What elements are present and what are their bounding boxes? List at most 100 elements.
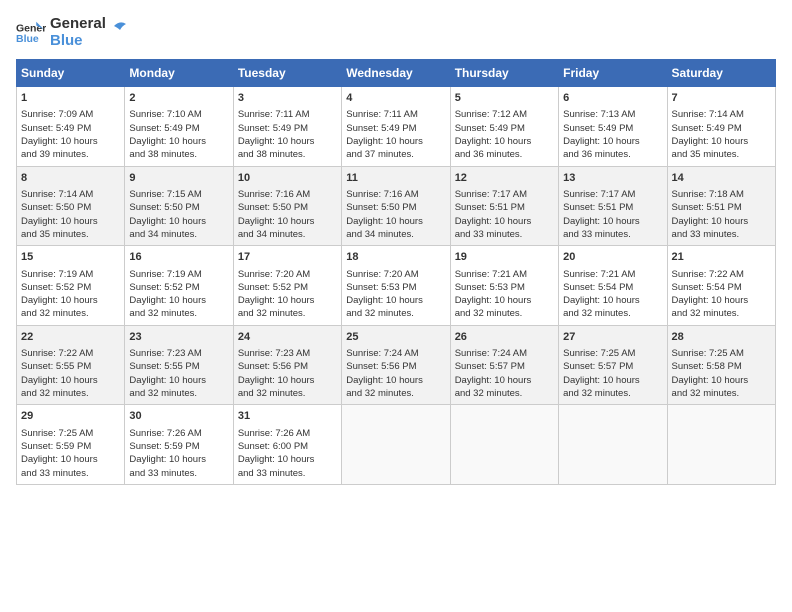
sunset-label: Sunset: 5:52 PM [129, 282, 199, 293]
sunrise-label: Sunrise: 7:22 AM [672, 269, 744, 280]
daylight-minutes: and 32 minutes. [563, 388, 631, 399]
calendar-cell: 30Sunrise: 7:26 AMSunset: 5:59 PMDayligh… [125, 405, 233, 485]
calendar-cell [559, 405, 667, 485]
daylight-label: Daylight: 10 hours [455, 136, 532, 147]
sunset-label: Sunset: 5:49 PM [346, 123, 416, 134]
daylight-label: Daylight: 10 hours [238, 454, 315, 465]
daylight-label: Daylight: 10 hours [238, 295, 315, 306]
day-number: 17 [238, 250, 337, 265]
sunset-label: Sunset: 5:53 PM [346, 282, 416, 293]
daylight-minutes: and 33 minutes. [21, 468, 89, 479]
sunrise-label: Sunrise: 7:11 AM [346, 109, 418, 120]
sunset-label: Sunset: 5:51 PM [455, 202, 525, 213]
logo-bird-icon [106, 18, 128, 40]
sunrise-label: Sunrise: 7:09 AM [21, 109, 93, 120]
calendar-cell: 12Sunrise: 7:17 AMSunset: 5:51 PMDayligh… [450, 166, 558, 246]
day-number: 23 [129, 330, 228, 345]
sunrise-label: Sunrise: 7:20 AM [346, 269, 418, 280]
sunset-label: Sunset: 5:52 PM [21, 282, 91, 293]
weekday-header-saturday: Saturday [667, 60, 775, 87]
daylight-minutes: and 32 minutes. [455, 308, 523, 319]
calendar-cell: 27Sunrise: 7:25 AMSunset: 5:57 PMDayligh… [559, 325, 667, 405]
day-number: 5 [455, 91, 554, 106]
daylight-minutes: and 32 minutes. [563, 308, 631, 319]
daylight-minutes: and 33 minutes. [672, 229, 740, 240]
daylight-label: Daylight: 10 hours [455, 216, 532, 227]
sunrise-label: Sunrise: 7:13 AM [563, 109, 635, 120]
daylight-minutes: and 37 minutes. [346, 149, 414, 160]
daylight-minutes: and 32 minutes. [672, 308, 740, 319]
daylight-label: Daylight: 10 hours [129, 136, 206, 147]
calendar-cell: 6Sunrise: 7:13 AMSunset: 5:49 PMDaylight… [559, 87, 667, 167]
calendar-cell [450, 405, 558, 485]
sunset-label: Sunset: 5:57 PM [455, 361, 525, 372]
sunset-label: Sunset: 5:51 PM [563, 202, 633, 213]
day-number: 14 [672, 171, 771, 186]
calendar-cell: 18Sunrise: 7:20 AMSunset: 5:53 PMDayligh… [342, 246, 450, 326]
sunrise-label: Sunrise: 7:25 AM [563, 348, 635, 359]
daylight-minutes: and 34 minutes. [346, 229, 414, 240]
sunrise-label: Sunrise: 7:17 AM [563, 189, 635, 200]
day-number: 6 [563, 91, 662, 106]
sunset-label: Sunset: 6:00 PM [238, 441, 308, 452]
sunrise-label: Sunrise: 7:14 AM [672, 109, 744, 120]
sunset-label: Sunset: 5:57 PM [563, 361, 633, 372]
calendar-cell: 23Sunrise: 7:23 AMSunset: 5:55 PMDayligh… [125, 325, 233, 405]
calendar-cell: 4Sunrise: 7:11 AMSunset: 5:49 PMDaylight… [342, 87, 450, 167]
day-number: 21 [672, 250, 771, 265]
calendar-cell: 13Sunrise: 7:17 AMSunset: 5:51 PMDayligh… [559, 166, 667, 246]
daylight-minutes: and 35 minutes. [21, 229, 89, 240]
daylight-label: Daylight: 10 hours [129, 375, 206, 386]
daylight-minutes: and 32 minutes. [21, 308, 89, 319]
sunset-label: Sunset: 5:49 PM [21, 123, 91, 134]
calendar-cell: 5 Sunrise: 7:12 AM Sunset: 5:49 PM Daylight… [450, 87, 558, 167]
day-number: 20 [563, 250, 662, 265]
sunrise-label: Sunrise: 7:25 AM [21, 428, 93, 439]
sunset-label: Sunset: 5:58 PM [672, 361, 742, 372]
day-number: 19 [455, 250, 554, 265]
svg-text:Blue: Blue [16, 33, 39, 45]
sunrise-label: Sunrise: 7:15 AM [129, 189, 201, 200]
sunrise-label: Sunrise: 7:18 AM [672, 189, 744, 200]
sunrise-label: Sunrise: 7:26 AM [238, 428, 310, 439]
sunset-label: Sunset: 5:49 PM [455, 123, 525, 134]
sunrise-label: Sunrise: 7:12 AM [455, 109, 527, 120]
sunrise-label: Sunrise: 7:11 AM [238, 109, 310, 120]
sunset-label: Sunset: 5:50 PM [238, 202, 308, 213]
daylight-minutes: and 38 minutes. [129, 149, 197, 160]
daylight-minutes: and 32 minutes. [346, 308, 414, 319]
daylight-label: Daylight: 10 hours [129, 216, 206, 227]
day-number: 26 [455, 330, 554, 345]
daylight-label: Daylight: 10 hours [346, 136, 423, 147]
sunset-label: Sunset: 5:55 PM [21, 361, 91, 372]
day-number: 8 [21, 171, 120, 186]
calendar-cell: 28Sunrise: 7:25 AMSunset: 5:58 PMDayligh… [667, 325, 775, 405]
daylight-minutes: and 38 minutes. [238, 149, 306, 160]
calendar-cell: 11Sunrise: 7:16 AMSunset: 5:50 PMDayligh… [342, 166, 450, 246]
calendar-cell [667, 405, 775, 485]
calendar-cell [342, 405, 450, 485]
weekday-header-monday: Monday [125, 60, 233, 87]
day-number: 22 [21, 330, 120, 345]
sunset-label: Sunset: 5:55 PM [129, 361, 199, 372]
calendar-cell: 16Sunrise: 7:19 AMSunset: 5:52 PMDayligh… [125, 246, 233, 326]
calendar-cell: 19Sunrise: 7:21 AMSunset: 5:53 PMDayligh… [450, 246, 558, 326]
daylight-minutes: and 39 minutes. [21, 149, 89, 160]
sunset-label: Sunset: 5:49 PM [129, 123, 199, 134]
daylight-minutes: and 35 minutes. [672, 149, 740, 160]
daylight-minutes: and 33 minutes. [129, 468, 197, 479]
weekday-header-friday: Friday [559, 60, 667, 87]
daylight-label: Daylight: 10 hours [129, 295, 206, 306]
calendar-cell: 26Sunrise: 7:24 AMSunset: 5:57 PMDayligh… [450, 325, 558, 405]
weekday-header-thursday: Thursday [450, 60, 558, 87]
calendar-cell: 24Sunrise: 7:23 AMSunset: 5:56 PMDayligh… [233, 325, 341, 405]
sunrise-label: Sunrise: 7:14 AM [21, 189, 93, 200]
daylight-minutes: and 36 minutes. [563, 149, 631, 160]
daylight-minutes: and 34 minutes. [238, 229, 306, 240]
sunset-label: Sunset: 5:56 PM [238, 361, 308, 372]
calendar-cell: 17Sunrise: 7:20 AMSunset: 5:52 PMDayligh… [233, 246, 341, 326]
day-number: 11 [346, 171, 445, 186]
day-number: 1 [21, 91, 120, 106]
daylight-minutes: and 32 minutes. [21, 388, 89, 399]
page-header: General Blue General Blue [16, 16, 776, 49]
